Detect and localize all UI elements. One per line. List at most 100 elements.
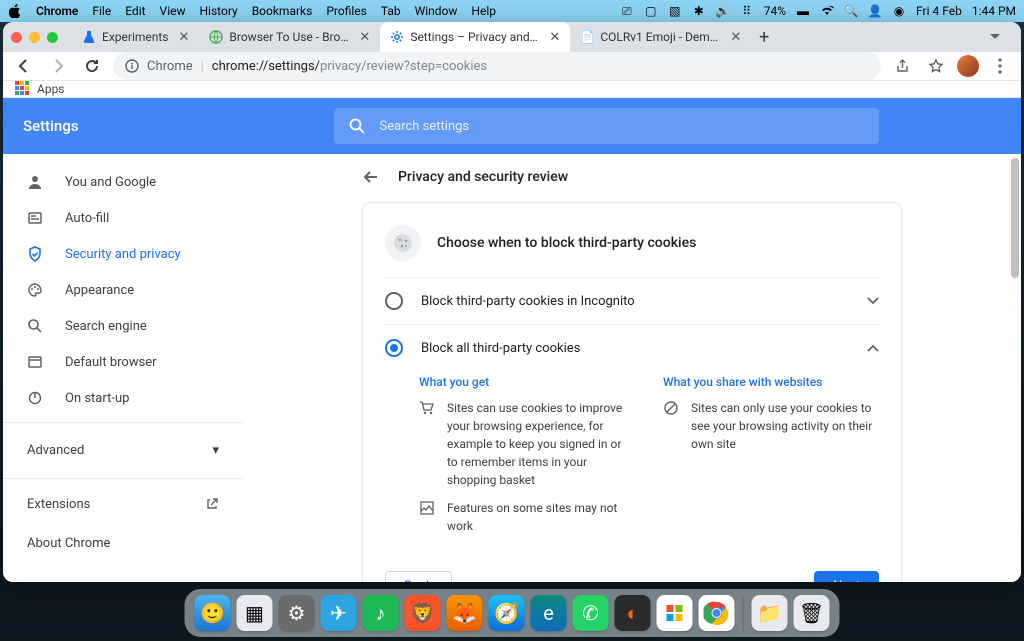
maximize-window-button[interactable] bbox=[47, 32, 58, 43]
settings-main: Privacy and security review Choose when … bbox=[243, 98, 1021, 582]
address-bar[interactable]: Chrome | chrome://settings/privacy/revie… bbox=[113, 52, 881, 80]
siri-icon[interactable]: ◉ bbox=[892, 4, 906, 18]
back-arrow-icon[interactable] bbox=[362, 168, 380, 186]
tab-experiments[interactable]: Experiments ✕ bbox=[72, 22, 199, 52]
dock-telegram-icon[interactable]: ✈ bbox=[321, 595, 357, 631]
menubar-date[interactable]: Fri 4 Feb bbox=[916, 4, 962, 18]
sidebar-about-chrome[interactable]: About Chrome bbox=[3, 524, 243, 563]
scrollbar[interactable] bbox=[1011, 158, 1019, 278]
tab-list-button[interactable] bbox=[989, 33, 1013, 41]
radio-selected[interactable] bbox=[385, 339, 403, 357]
sidebar-item-label: Auto-fill bbox=[65, 211, 109, 226]
menubar-app-name[interactable]: Chrome bbox=[36, 4, 78, 18]
apps-label[interactable]: Apps bbox=[37, 82, 65, 96]
screen-share-icon[interactable]: ▧ bbox=[668, 4, 682, 18]
apps-icon[interactable] bbox=[15, 81, 31, 97]
spotlight-icon[interactable]: 🔍 bbox=[844, 4, 858, 18]
sidebar-item-appearance[interactable]: Appearance bbox=[3, 272, 243, 308]
cast-icon[interactable]: ⎚ bbox=[620, 4, 634, 18]
reload-button[interactable] bbox=[79, 53, 105, 79]
back-button[interactable] bbox=[11, 53, 37, 79]
sidebar-item-security[interactable]: Security and privacy bbox=[3, 236, 243, 272]
menu-edit[interactable]: Edit bbox=[125, 4, 145, 18]
menu-help[interactable]: Help bbox=[471, 4, 496, 18]
chevron-up-icon bbox=[867, 344, 879, 352]
site-info-icon[interactable] bbox=[125, 59, 139, 73]
close-tab-icon[interactable]: ✕ bbox=[179, 30, 190, 45]
dock-brave-icon[interactable]: 🦁 bbox=[405, 595, 441, 631]
menu-tab[interactable]: Tab bbox=[381, 4, 401, 18]
battery-percent[interactable]: 74% bbox=[764, 4, 786, 18]
menu-history[interactable]: History bbox=[200, 4, 238, 18]
cookies-card: Choose when to block third-party cookies… bbox=[362, 202, 902, 582]
tab-colrv1[interactable]: 📄 COLRv1 Emoji - Demo, non-san ✕ bbox=[570, 22, 751, 52]
menu-bookmarks[interactable]: Bookmarks bbox=[252, 4, 313, 18]
menu-window[interactable]: Window bbox=[415, 4, 458, 18]
sidebar-extensions[interactable]: Extensions bbox=[3, 485, 243, 524]
sidebar-item-default-browser[interactable]: Default browser bbox=[3, 344, 243, 380]
dock-firefox-icon[interactable]: 🦊 bbox=[447, 595, 483, 631]
dock-settings-icon[interactable]: ⚙ bbox=[279, 595, 315, 631]
browser-toolbar: Chrome | chrome://settings/privacy/revie… bbox=[3, 52, 1021, 81]
next-button[interactable]: Next bbox=[814, 571, 879, 582]
bluetooth-icon[interactable]: ✱ bbox=[692, 4, 706, 18]
dock-chrome-icon[interactable] bbox=[699, 595, 735, 631]
new-tab-button[interactable]: + bbox=[751, 24, 777, 50]
profile-avatar[interactable] bbox=[957, 55, 979, 77]
sidebar-item-on-startup[interactable]: On start-up bbox=[3, 380, 243, 416]
wifi-icon[interactable] bbox=[820, 4, 834, 18]
option-block-incognito[interactable]: Block third-party cookies in Incognito bbox=[385, 277, 879, 324]
cart-icon bbox=[419, 399, 437, 489]
menu-view[interactable]: View bbox=[160, 4, 186, 18]
close-tab-icon[interactable]: ✕ bbox=[549, 30, 560, 45]
close-tab-icon[interactable]: ✕ bbox=[730, 30, 741, 45]
card-footer: Back Next bbox=[385, 571, 879, 582]
radio-unselected[interactable] bbox=[385, 292, 403, 310]
apple-logo-icon[interactable] bbox=[8, 4, 22, 18]
menubar-time[interactable]: 1:44 PM bbox=[972, 4, 1016, 18]
close-tab-icon[interactable]: ✕ bbox=[359, 30, 370, 45]
close-window-button[interactable] bbox=[11, 32, 22, 43]
flask-icon bbox=[82, 30, 96, 44]
search-settings-input[interactable]: Search settings bbox=[334, 108, 879, 144]
forward-button[interactable] bbox=[45, 53, 71, 79]
sidebar-item-autofill[interactable]: Auto-fill bbox=[3, 200, 243, 236]
menu-file[interactable]: File bbox=[92, 4, 111, 18]
dock-downloads-icon[interactable]: 📁 bbox=[752, 595, 788, 631]
share-button[interactable] bbox=[889, 53, 915, 79]
dock-safari-icon[interactable]: 🧭 bbox=[489, 595, 525, 631]
dock-spotify-icon[interactable]: ♪ bbox=[363, 595, 399, 631]
chrome-menu-button[interactable] bbox=[987, 53, 1013, 79]
sidebar-item-you-and-google[interactable]: You and Google bbox=[3, 164, 243, 200]
settings-header: Settings Search settings bbox=[3, 98, 1021, 154]
window-controls bbox=[11, 32, 58, 43]
dock-microsoft-icon[interactable] bbox=[657, 595, 693, 631]
dock-edge-icon[interactable]: e bbox=[531, 595, 567, 631]
settings-sidebar: You and Google Auto-fill Security and pr… bbox=[3, 98, 243, 582]
user-switch-icon[interactable]: 👤 bbox=[868, 4, 882, 18]
tab-label: Browser To Use - Browser Tips bbox=[229, 30, 349, 44]
dock-app-icon[interactable]: ◐ bbox=[615, 595, 651, 631]
tab-browser-tips[interactable]: Browser To Use - Browser Tips ✕ bbox=[199, 22, 380, 52]
bookmark-star-button[interactable] bbox=[923, 53, 949, 79]
url-path-bold: chrome://settings/ bbox=[212, 59, 320, 74]
option-block-all[interactable]: Block all third-party cookies bbox=[385, 324, 879, 371]
battery-icon[interactable]: ▬ bbox=[796, 4, 810, 18]
dock-launchpad-icon[interactable]: ▦ bbox=[237, 595, 273, 631]
omnibox-chip: Chrome bbox=[147, 59, 193, 74]
back-button[interactable]: Back bbox=[385, 571, 452, 582]
control-center-icon[interactable]: ⠿ bbox=[740, 4, 754, 18]
tab-settings[interactable]: Settings – Privacy and security ✕ bbox=[380, 22, 570, 52]
page-heading-row: Privacy and security review bbox=[362, 164, 902, 202]
display-icon[interactable]: ▢ bbox=[644, 4, 658, 18]
dock-finder-icon[interactable]: 🙂 bbox=[195, 595, 231, 631]
sidebar-item-search-engine[interactable]: Search engine bbox=[3, 308, 243, 344]
menu-profiles[interactable]: Profiles bbox=[326, 4, 367, 18]
dock-trash-icon[interactable]: 🗑 bbox=[794, 595, 830, 631]
minimize-window-button[interactable] bbox=[29, 32, 40, 43]
volume-icon[interactable]: 🔊 bbox=[716, 4, 730, 18]
browser-icon bbox=[27, 354, 45, 370]
sidebar-item-label: Appearance bbox=[65, 283, 134, 298]
dock-whatsapp-icon[interactable]: ✆ bbox=[573, 595, 609, 631]
sidebar-advanced[interactable]: Advanced▾ bbox=[3, 429, 243, 472]
